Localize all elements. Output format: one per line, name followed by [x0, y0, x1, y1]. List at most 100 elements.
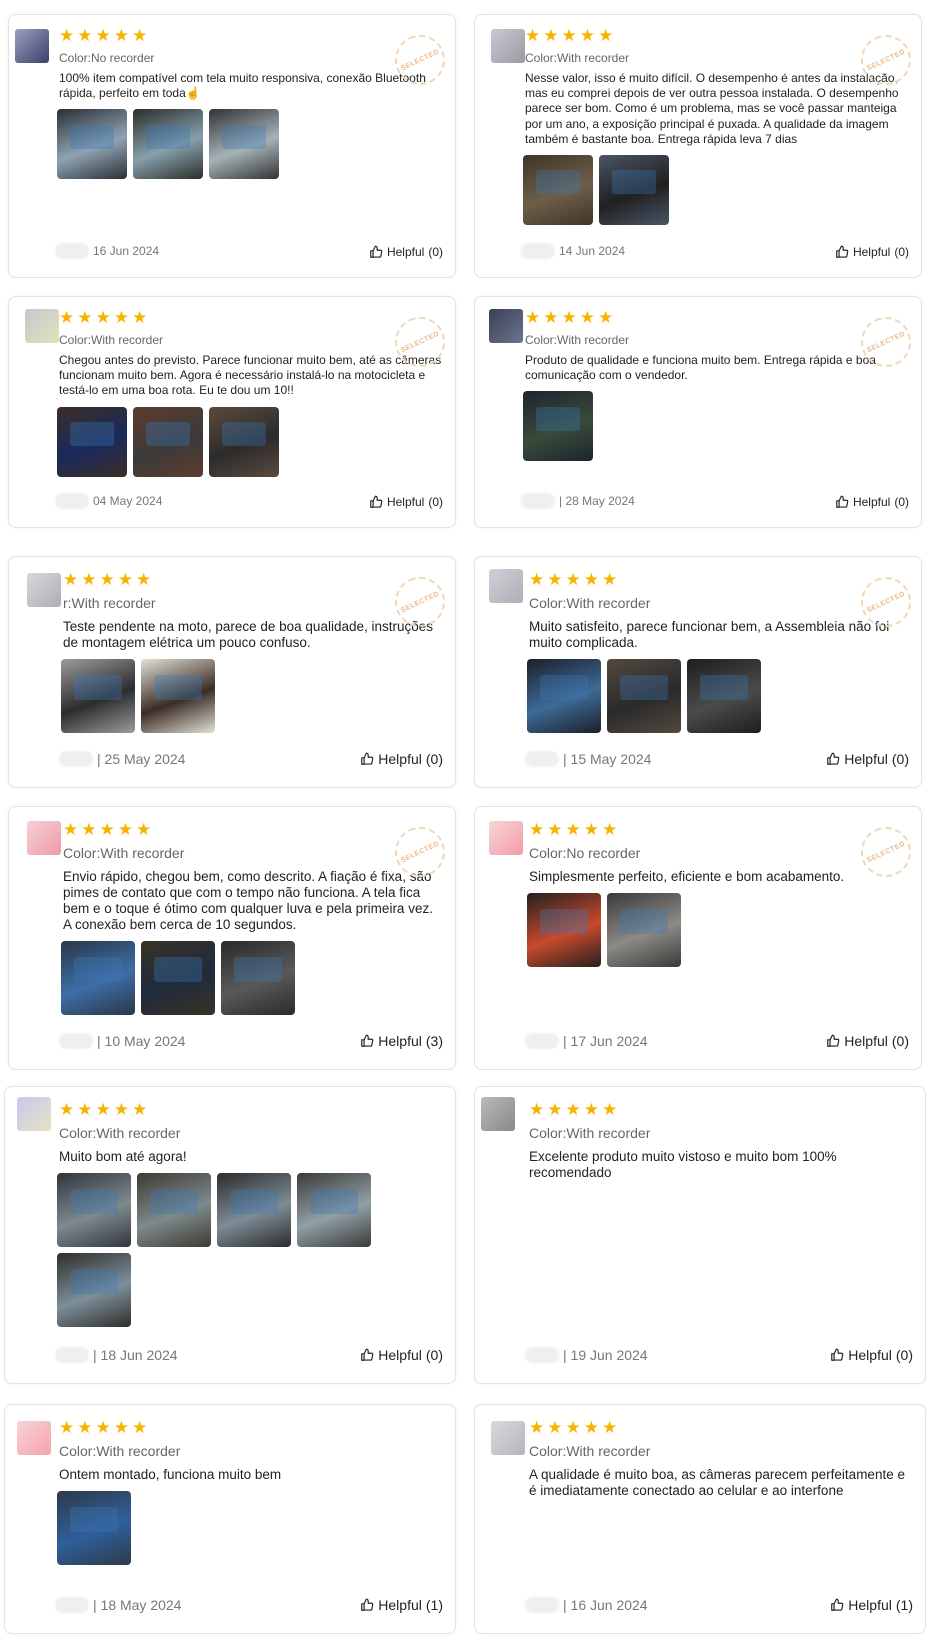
star-icon: ★ — [132, 26, 148, 45]
review-photo[interactable] — [599, 155, 669, 225]
star-icon: ★ — [565, 820, 581, 839]
review-photo[interactable] — [57, 1173, 131, 1247]
helpful-button[interactable]: Helpful (1) — [830, 1597, 913, 1613]
variant-label: Color:With recorder — [529, 595, 651, 611]
review-date: | 25 May 2024 — [59, 751, 185, 767]
avatar — [491, 1421, 525, 1455]
helpful-button[interactable]: Helpful (0) — [830, 1347, 913, 1363]
review-photo[interactable] — [57, 1253, 131, 1327]
star-icon: ★ — [117, 820, 133, 839]
variant-label: Color:No recorder — [529, 845, 641, 861]
review-text: Envio rápido, chegou bem, como descrito.… — [63, 869, 433, 932]
helpful-button[interactable]: Helpful (0) — [826, 751, 909, 767]
review-date: | 10 May 2024 — [59, 1033, 185, 1049]
star-icon: ★ — [117, 570, 133, 589]
blurred-username — [525, 1347, 559, 1363]
review-photo[interactable] — [217, 1173, 291, 1247]
review-photo[interactable] — [137, 1173, 211, 1247]
thumbs-up-icon — [830, 1598, 844, 1612]
review-photo[interactable] — [607, 893, 681, 967]
review-photo[interactable] — [61, 941, 135, 1015]
star-rating: ★ ★ ★ ★ ★ — [59, 1419, 147, 1436]
helpful-count: (0) — [894, 245, 909, 259]
star-icon: ★ — [598, 26, 614, 45]
star-icon: ★ — [565, 1418, 581, 1437]
review-photo[interactable] — [523, 155, 593, 225]
review-photo[interactable] — [297, 1173, 371, 1247]
review-card: ★ ★ ★ ★ ★ Color:With recorder Excelente produt… — [474, 1086, 926, 1384]
review-photo[interactable] — [209, 406, 279, 477]
review-photo[interactable] — [687, 659, 761, 733]
review-photo[interactable] — [133, 406, 203, 477]
variant-label: Color:With recorder — [59, 333, 164, 347]
helpful-button[interactable]: Helpful (0) — [835, 245, 909, 259]
star-icon: ★ — [77, 26, 93, 45]
star-icon: ★ — [602, 570, 618, 589]
thumbs-up-icon — [826, 752, 840, 766]
review-photo[interactable] — [209, 109, 279, 180]
thumbs-up-icon — [360, 752, 374, 766]
star-icon: ★ — [529, 570, 545, 589]
review-photos — [57, 1173, 377, 1327]
review-photos — [57, 406, 361, 477]
star-icon: ★ — [95, 1100, 111, 1119]
variant-label: Color:With recorder — [529, 1125, 651, 1141]
review-text: Chegou antes do previsto. Parece funcion… — [59, 353, 442, 398]
review-photo[interactable] — [57, 406, 127, 477]
helpful-count: (0) — [895, 1347, 913, 1363]
helpful-button[interactable]: Helpful (0) — [360, 751, 443, 767]
star-icon: ★ — [529, 1100, 545, 1119]
review-photo[interactable] — [527, 659, 601, 733]
helpful-button[interactable]: Helpful (3) — [360, 1033, 443, 1049]
review-text: 100% item compatível com tela muito resp… — [59, 71, 426, 101]
review-card: ★ ★ ★ ★ ★ Color:No recorder Simplesmente perfe… — [474, 806, 922, 1070]
review-photo[interactable] — [133, 109, 203, 180]
blurred-username — [525, 1597, 559, 1613]
star-rating: ★ ★ ★ ★ ★ — [63, 571, 151, 588]
blurred-username — [59, 751, 93, 767]
star-icon: ★ — [81, 570, 97, 589]
review-photo[interactable] — [61, 659, 135, 733]
review-photos — [57, 1491, 377, 1565]
helpful-button[interactable]: Helpful (0) — [360, 1347, 443, 1363]
avatar — [27, 821, 61, 855]
star-icon: ★ — [136, 570, 152, 589]
helpful-button[interactable]: Helpful (0) — [369, 495, 443, 509]
blurred-username — [55, 493, 89, 509]
review-photo[interactable] — [527, 893, 601, 967]
helpful-button[interactable]: Helpful (1) — [360, 1597, 443, 1613]
avatar — [491, 29, 525, 63]
star-icon: ★ — [132, 308, 148, 327]
blurred-username — [55, 243, 89, 259]
variant-label: Color:With recorder — [59, 1443, 181, 1459]
star-icon: ★ — [598, 308, 614, 327]
variant-label: Color:With recorder — [525, 51, 630, 65]
helpful-button[interactable]: Helpful (0) — [835, 495, 909, 509]
helpful-count: (0) — [894, 495, 909, 509]
review-photo[interactable] — [57, 109, 127, 180]
helpful-count: (0) — [428, 495, 443, 509]
star-icon: ★ — [59, 1100, 75, 1119]
star-rating: ★ ★ ★ ★ ★ — [63, 821, 151, 838]
thumbs-up-icon — [835, 245, 849, 259]
review-photo[interactable] — [221, 941, 295, 1015]
review-text: Simplesmente perfeito, eficiente e bom a… — [529, 869, 845, 884]
review-card: ★ ★ ★ ★ ★ r:With recorder Teste pendente na mo… — [8, 556, 456, 788]
variant-label: Color:No recorder — [59, 51, 155, 65]
star-icon: ★ — [529, 820, 545, 839]
star-icon: ★ — [579, 26, 595, 45]
review-photo[interactable] — [57, 1491, 131, 1565]
helpful-button[interactable]: Helpful (0) — [826, 1033, 909, 1049]
star-icon: ★ — [59, 26, 75, 45]
review-photo[interactable] — [141, 941, 215, 1015]
helpful-count: (0) — [891, 751, 909, 767]
review-photo[interactable] — [523, 391, 593, 462]
review-photo[interactable] — [607, 659, 681, 733]
star-icon: ★ — [95, 308, 111, 327]
star-icon: ★ — [561, 308, 577, 327]
review-photo[interactable] — [141, 659, 215, 733]
variant-label: Color:With recorder — [59, 1125, 181, 1141]
star-icon: ★ — [561, 26, 577, 45]
avatar — [489, 569, 523, 603]
helpful-button[interactable]: Helpful (0) — [369, 245, 443, 259]
